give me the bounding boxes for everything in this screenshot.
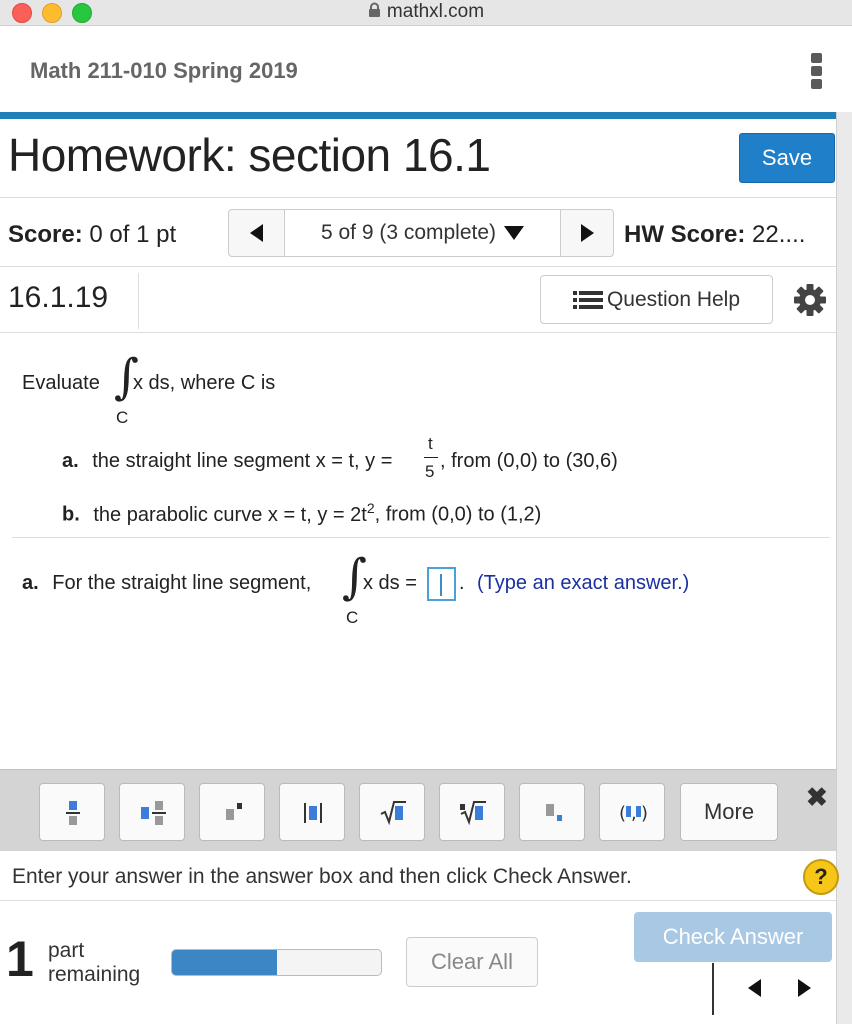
subscript-icon [546,804,562,821]
divider [0,197,836,198]
integrand-text: x ds, where C is [133,372,276,394]
url-text: mathxl.com [386,1,485,22]
hw-score: HW Score: 22.... [624,221,805,249]
part-b-text: the parabolic curve x = t, y = 2t [93,503,367,526]
part-b-tail: , from (0,0) to (1,2) [374,503,542,526]
browser-titlebar: mathxl.com [0,0,852,26]
fraction-button[interactable] [39,783,105,841]
answer-prompt: a. For the straight line segment, [22,572,311,595]
next-button[interactable] [798,979,811,997]
fraction-bar [424,457,438,458]
left-arrow-icon [748,979,761,997]
part-b-statement: b. the parabolic curve x = t, y = 2t2, f… [62,500,541,527]
divider [138,273,139,329]
part-b-exponent: 2 [366,500,375,516]
progress-bar [171,949,382,976]
hint-text: Enter your answer in the answer box and … [12,865,632,888]
fraction-icon [66,801,80,825]
part-b-letter: b. [62,503,80,526]
help-icon[interactable]: ? [803,859,839,895]
url-bar[interactable]: mathxl.com [0,0,852,24]
lock-icon [368,2,380,17]
answer-input[interactable] [427,567,456,601]
score: Score: 0 of 1 pt [8,221,176,249]
remaining-word: remaining [48,963,141,986]
app-window: mathxl.com Math 211-010 Spring 2019 Home… [0,0,852,1024]
clear-all-button[interactable]: Clear All [406,937,538,987]
window-edge [836,112,852,1024]
parts-remaining-label: part remaining [48,939,140,987]
header-divider [0,112,836,119]
math-palette: ( , ) More ✖ [0,769,836,851]
absolute-value-button[interactable] [279,783,345,841]
part-a-tail: , from (0,0) to (30,6) [440,450,618,472]
close-icon[interactable]: ✖ [806,782,828,813]
answer-expr: x ds = [363,572,417,594]
right-arrow-icon [798,979,811,997]
hw-score-value: 22.... [752,221,806,248]
dropdown-arrow-icon [504,226,525,240]
divider [0,900,836,901]
page-title: Homework: section 16.1 [8,129,491,181]
absolute-value-icon [304,803,322,823]
save-button[interactable]: Save [739,133,835,183]
parts-remaining-count: 1 [6,931,34,987]
divider [0,332,836,333]
contour-label: C [116,408,129,427]
previous-button[interactable] [748,979,761,997]
square-root-icon [380,801,406,826]
exponent-icon [226,803,242,820]
right-arrow-icon [580,224,594,242]
part-a-text: the straight line segment x = t, y = [92,450,393,472]
list-icon [572,290,603,309]
next-question-button[interactable] [561,210,613,256]
fraction-numerator: t [428,434,433,453]
course-title: Math 211-010 Spring 2019 [30,58,298,83]
check-answer-button[interactable]: Check Answer [634,912,832,962]
square-root-button[interactable] [359,783,425,841]
svg-text:): ) [641,803,648,824]
exponent-button[interactable] [199,783,265,841]
nth-root-button[interactable] [439,783,505,841]
previous-question-button[interactable] [229,210,285,256]
hw-score-label: HW Score: [624,221,746,248]
answer-instruction: (Type an exact answer.) [477,572,690,594]
subscript-button[interactable] [519,783,585,841]
question-position: 5 of 9 (3 complete) [320,221,497,244]
ordered-pair-icon: ( , ) [619,803,648,824]
svg-text:,: , [631,803,637,824]
more-button[interactable]: More [680,783,778,841]
parts-word: part [48,939,85,962]
part-a-statement: a. the straight line segment x = t, y = [62,450,392,473]
question-navigator: 5 of 9 (3 complete) [228,209,614,257]
gear-icon[interactable] [792,282,828,318]
mixed-number-button[interactable] [119,783,185,841]
evaluate-text: Evaluate [22,372,100,394]
score-value: 0 of 1 pt [89,221,177,248]
score-label: Score: [8,221,83,248]
bottom-navigator [712,963,832,1015]
svg-text:(: ( [619,803,626,824]
part-a-letter: a. [62,450,79,472]
text-cursor [440,574,442,596]
question-help-label: Question Help [606,287,741,311]
divider [12,537,830,538]
left-arrow-icon [250,224,263,242]
divider [0,266,836,267]
question-selector[interactable]: 5 of 9 (3 complete) [285,210,561,256]
answer-contour-label: C [346,608,359,627]
mixed-number-icon [141,801,166,825]
nth-root-icon [460,801,486,826]
more-options-icon[interactable] [808,53,824,89]
question-number: 16.1.19 [8,281,109,314]
answer-letter: a. [22,572,39,594]
progress-fill [172,950,277,975]
question-help-button[interactable]: Question Help [540,275,773,324]
answer-prompt-text: For the straight line segment, [52,572,312,594]
fraction-denominator: 5 [425,462,435,481]
answer-period: . [459,572,465,594]
ordered-pair-button[interactable]: ( , ) [599,783,665,841]
